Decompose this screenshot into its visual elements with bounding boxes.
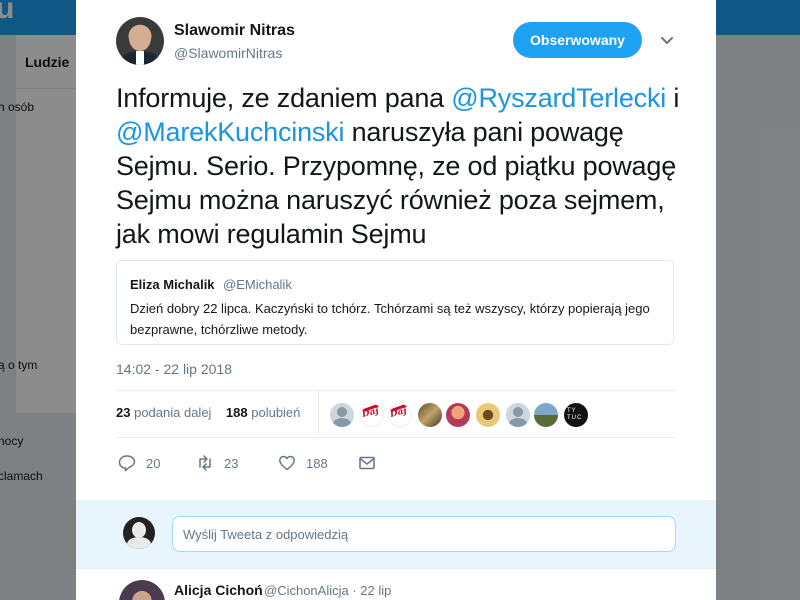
author-name[interactable]: Slawomir Nitras [174,22,295,40]
likes-count: 188 [225,405,248,420]
retweet-action[interactable]: 23 [196,454,238,472]
liker-avatar[interactable] [476,403,500,427]
tweet-text-part: Informuje, ze zdaniem pana [116,83,452,113]
likes-stat[interactable]: 188 polubień [226,405,300,420]
liker-avatar[interactable]: Daj [388,403,412,427]
liker-avatar[interactable] [534,403,558,427]
quoted-text: Dzień dobry 22 lipca. Kaczyński to tchór… [130,301,650,337]
liker-avatar[interactable] [418,403,442,427]
tweet-text-part: i [666,83,680,113]
retweets-label: podania dalej [134,405,212,420]
reply-author-handle[interactable]: @CichonAlicja [264,583,349,598]
reply-input[interactable] [172,516,676,552]
tweet-modal: Slawomir Nitras @SlawomirNitras Obserwow… [76,0,716,600]
reply-icon [118,455,136,472]
more-options-button[interactable] [659,32,675,48]
reply-count: 20 [146,455,161,471]
avatar-shirt [136,51,144,65]
retweet-count: 23 [224,455,239,471]
liker-avatar[interactable]: TY TUC [564,403,588,427]
quoted-tweet[interactable]: Eliza Michalik @EMichalik Dzień dobry 22… [116,260,674,345]
liker-avatar[interactable] [506,403,530,427]
retweet-icon [199,455,211,471]
chevron-down-icon [661,37,673,44]
divider [116,390,676,391]
reply-composer [76,500,716,568]
mention-link[interactable]: @MarekKuchcinski [116,117,344,147]
tweet-stats: 23 podania dalej 188 polubień [116,405,300,420]
retweets-stat[interactable]: 23 podania dalej [116,405,211,420]
reply-author-name[interactable]: Alicja Cichoń [174,582,263,598]
envelope-icon [359,456,375,470]
following-button[interactable]: Obserwowany [513,22,642,58]
like-count: 188 [306,455,328,471]
divider [116,437,676,438]
reply-tweet[interactable]: Alicja Cichoń @CichonAlicja · 22 lip [76,568,716,600]
quoted-author-name: Eliza Michalik [130,277,215,292]
reply-author-meta: @CichonAlicja · 22 lip [264,583,392,598]
liker-avatar[interactable]: Daj [360,403,384,427]
current-user-avatar[interactable] [123,517,155,549]
likes-label: polubień [251,405,301,420]
tweet-timestamp[interactable]: 14:02 - 22 lip 2018 [116,361,232,377]
author-avatar[interactable] [116,17,164,65]
direct-message-action[interactable] [358,454,386,472]
heart-icon [279,455,295,471]
stats-separator [318,391,319,435]
like-action[interactable]: 188 [278,454,328,472]
retweets-count: 23 [116,405,131,420]
liker-avatar-text: TY TUC [567,408,583,421]
author-handle[interactable]: @SlawomirNitras [174,45,282,61]
tweet-text: Informuje, ze zdaniem pana @RyszardTerle… [116,81,686,251]
reply-author-avatar[interactable] [119,580,165,600]
mention-link[interactable]: @RyszardTerlecki [451,83,666,113]
avatar-face [129,25,151,51]
quoted-author-handle: @EMichalik [223,277,292,292]
reply-action[interactable]: 20 [118,454,160,472]
reply-date[interactable]: 22 lip [360,583,391,598]
liker-avatar[interactable] [446,403,470,427]
liker-avatar[interactable] [330,403,354,427]
